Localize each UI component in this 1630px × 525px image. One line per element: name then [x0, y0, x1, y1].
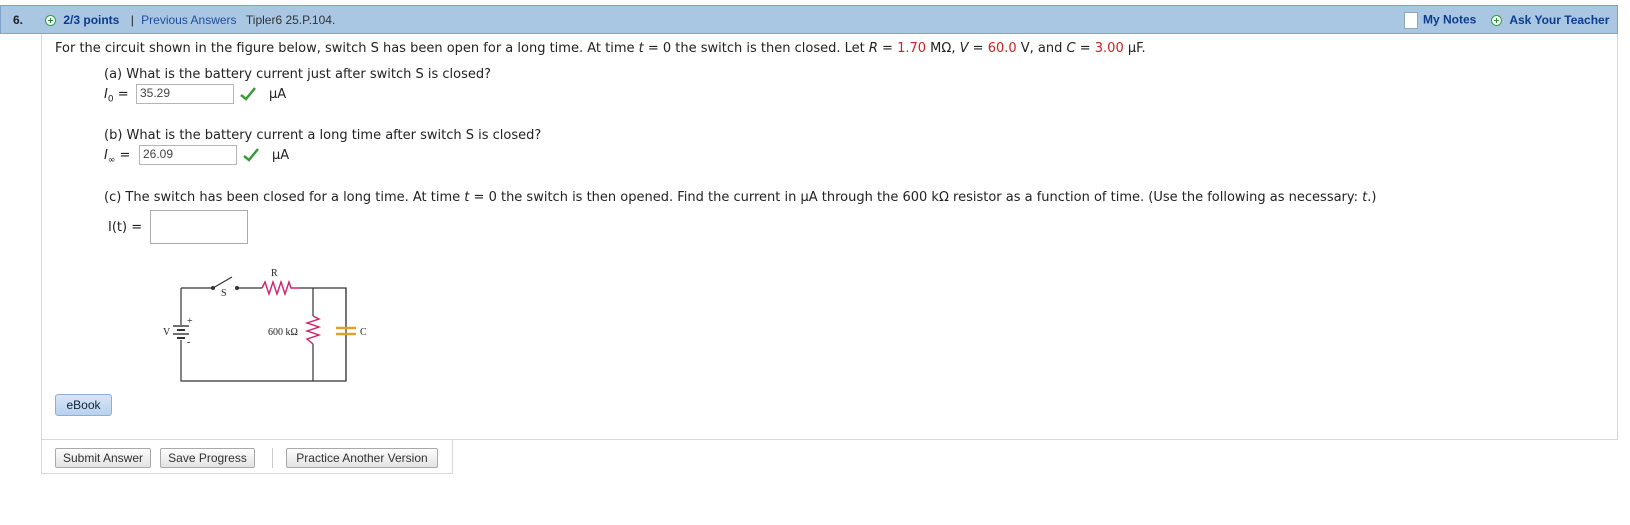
- ask-teacher-label: Ask Your Teacher: [1509, 13, 1610, 27]
- intro-text-1: For the circuit shown in the figure belo…: [55, 41, 639, 56]
- part-a-answer-field[interactable]: 35.29: [136, 84, 234, 104]
- part-b-unit: µA: [272, 148, 290, 163]
- part-b-subscript: ∞: [107, 155, 116, 166]
- intro-text-4: =: [968, 41, 988, 56]
- part-c-label: I(t) =: [108, 220, 143, 235]
- part-a-label: I0 =: [104, 87, 129, 105]
- problem-statement: For the circuit shown in the figure belo…: [55, 41, 1146, 56]
- R-value: 1.70: [897, 41, 927, 56]
- switch-contact-right: [235, 286, 239, 290]
- submit-answer-button[interactable]: Submit Answer: [55, 448, 151, 468]
- var-C: C: [1066, 41, 1076, 56]
- save-progress-button[interactable]: Save Progress: [160, 448, 255, 468]
- V-value: 60.0: [987, 41, 1017, 56]
- intro-text-2: = 0 the switch is then closed. Let: [643, 41, 869, 56]
- part-b-equals: =: [119, 148, 131, 163]
- label-C: C: [360, 327, 367, 338]
- intro-text-3: =: [877, 41, 898, 56]
- expand-plus-icon[interactable]: [45, 15, 56, 27]
- C-unit: µF.: [1123, 41, 1146, 56]
- circuit-figure: R S V + - 600 kΩ C: [163, 268, 367, 382]
- part-c-answer-field[interactable]: [150, 210, 248, 244]
- ebook-button[interactable]: eBook: [55, 394, 112, 416]
- header-separator: |: [130, 13, 134, 27]
- part-b-answer-field[interactable]: 26.09: [139, 145, 237, 165]
- part-c-question: (c) The switch has been closed for a lon…: [104, 190, 1377, 205]
- points-group: 2/3 points | Previous Answers Tipler6 25…: [45, 13, 335, 27]
- label-minus: -: [187, 337, 190, 348]
- button-divider: [272, 448, 273, 468]
- part-a-unit: µA: [269, 87, 287, 102]
- part-c-text-3: .): [1367, 190, 1377, 205]
- switch-contact-left: [211, 286, 215, 290]
- my-notes-label: My Notes: [1423, 12, 1477, 27]
- previous-answers-link[interactable]: Previous Answers: [141, 13, 236, 27]
- ask-plus-icon: [1491, 15, 1502, 27]
- var-V: V: [959, 41, 969, 56]
- label-V: V: [163, 327, 171, 338]
- part-c-text-2: = 0 the switch is then opened. Find the …: [469, 190, 1363, 205]
- resistor-R-symbol: [261, 279, 300, 297]
- my-notes-button[interactable]: My Notes: [1404, 12, 1476, 29]
- part-b-check-icon: [243, 148, 259, 162]
- part-a-equals: =: [117, 87, 129, 102]
- label-plus: +: [187, 316, 193, 327]
- footer-divider: [452, 439, 1618, 440]
- ask-teacher-button[interactable]: Ask Your Teacher: [1491, 13, 1609, 27]
- C-value: 3.00: [1094, 41, 1124, 56]
- note-icon: [1404, 12, 1418, 29]
- V-unit: V, and: [1016, 41, 1067, 56]
- question-number: 6.: [13, 13, 24, 27]
- practice-another-version-button[interactable]: Practice Another Version: [286, 448, 438, 468]
- R-unit: MΩ,: [926, 41, 960, 56]
- part-a-question: (a) What is the battery current just aft…: [104, 67, 492, 82]
- part-a-subscript: 0: [107, 94, 114, 105]
- label-S: S: [221, 288, 227, 299]
- label-600k: 600 kΩ: [268, 327, 298, 338]
- part-b-label: I∞ =: [104, 148, 130, 166]
- part-b-question: (b) What is the battery current a long t…: [104, 128, 542, 143]
- problem-reference: Tipler6 25.P.104.: [245, 13, 336, 27]
- question-header: 6. 2/3 points | Previous Answers Tipler6…: [0, 5, 1618, 34]
- resistor-600k-symbol: [304, 315, 322, 345]
- part-c-text-1: (c) The switch has been closed for a lon…: [104, 190, 465, 205]
- part-a-check-icon: [240, 87, 256, 101]
- var-R: R: [868, 41, 878, 56]
- points-link[interactable]: 2/3 points: [63, 13, 119, 27]
- label-R: R: [271, 268, 278, 279]
- intro-text-5: =: [1075, 41, 1095, 56]
